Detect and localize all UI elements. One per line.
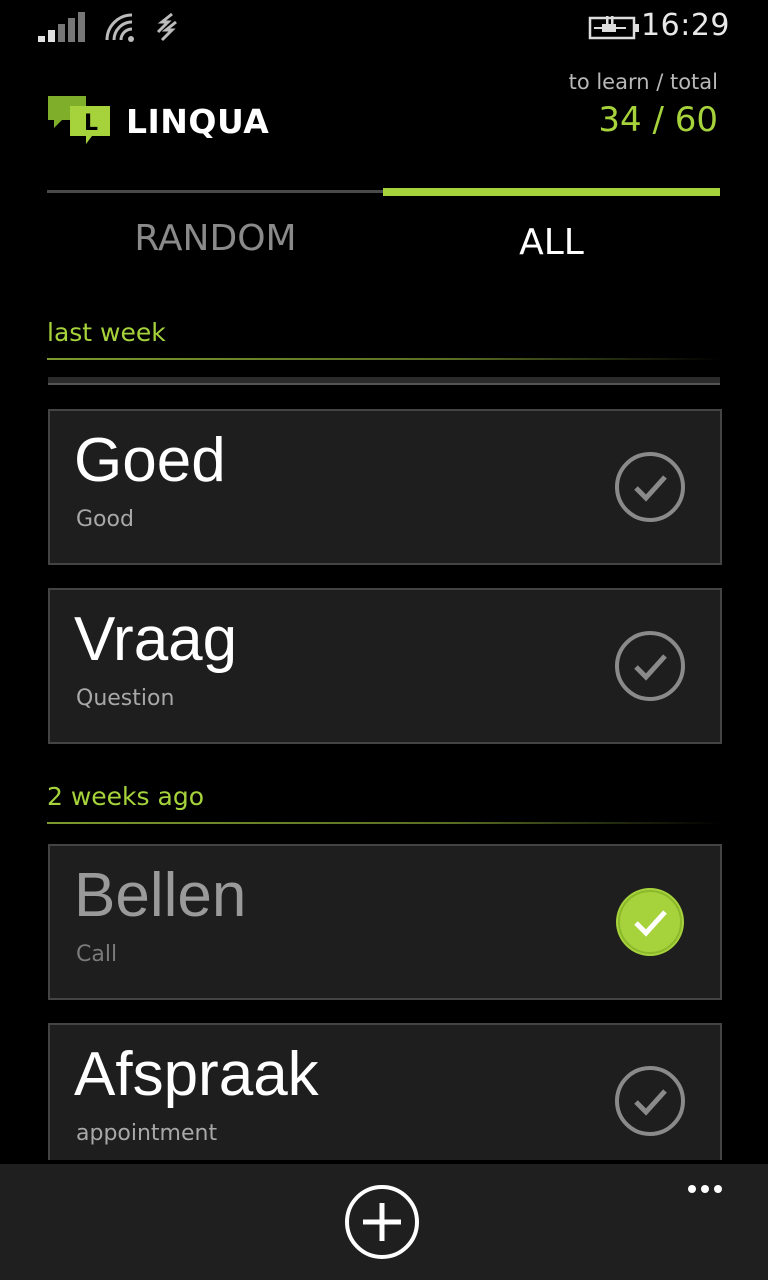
linqua-logo-icon: L: [48, 96, 110, 144]
group-header-last-week: last week: [47, 318, 166, 347]
pivot-active-indicator: [383, 188, 720, 196]
group-divider: [47, 822, 720, 824]
tab-random[interactable]: RANDOM: [47, 218, 384, 259]
tab-all[interactable]: ALL: [383, 222, 720, 263]
stats-label: to learn / total: [568, 70, 718, 94]
check-circle-filled-icon[interactable]: [614, 886, 686, 958]
signal-icon: [38, 12, 85, 42]
card-word: Afspraak: [74, 1040, 319, 1109]
card-word: Goed: [74, 426, 226, 495]
word-card-bellen[interactable]: Bellen Call: [48, 844, 722, 1000]
word-list[interactable]: last week Goed Good Vraag Question 2 wee…: [0, 300, 768, 1160]
word-card-goed[interactable]: Goed Good: [48, 409, 722, 565]
app-screen: 16:29 L LINQUA to learn / total 34 / 60 …: [0, 0, 768, 1280]
status-bar: 16:29: [0, 0, 768, 56]
stats-value: 34 / 60: [598, 100, 718, 140]
status-time: 16:29: [641, 8, 730, 43]
card-word: Vraag: [74, 605, 238, 674]
group-header-2-weeks-ago: 2 weeks ago: [47, 782, 204, 811]
word-card-afspraak[interactable]: Afspraak appointment: [48, 1023, 722, 1160]
app-bar: [0, 1164, 768, 1280]
word-card-vraag[interactable]: Vraag Question: [48, 588, 722, 744]
card-translation: Call: [76, 942, 118, 967]
check-circle-icon[interactable]: [614, 451, 686, 523]
partial-card: [48, 377, 720, 385]
plus-circle-icon[interactable]: [343, 1183, 421, 1261]
group-divider: [47, 358, 720, 360]
battery-charging-icon: [588, 16, 639, 40]
svg-text:L: L: [84, 111, 98, 136]
card-translation: Good: [76, 507, 134, 532]
ellipsis-icon[interactable]: [688, 1178, 732, 1198]
app-title: LINQUA: [126, 102, 270, 141]
card-word: Bellen: [74, 861, 247, 930]
check-circle-icon[interactable]: [614, 1065, 686, 1137]
card-translation: appointment: [76, 1121, 218, 1146]
check-circle-icon[interactable]: [614, 630, 686, 702]
wifi-icon: [105, 13, 134, 42]
sync-icon: [156, 12, 177, 42]
card-translation: Question: [76, 686, 175, 711]
